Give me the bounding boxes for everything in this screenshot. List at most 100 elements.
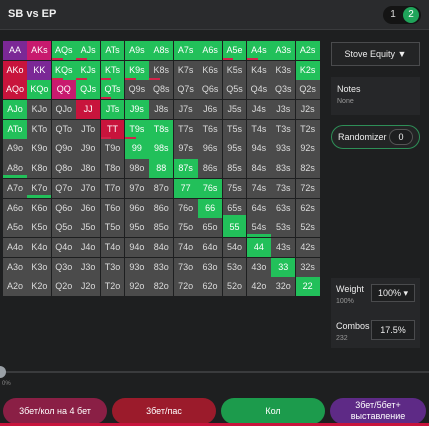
hand-cell[interactable]: J2s <box>295 100 320 120</box>
hand-cell[interactable]: AJs <box>76 41 101 61</box>
hand-cell[interactable]: Q5s <box>222 80 247 100</box>
hand-cell[interactable]: J9s <box>124 100 149 120</box>
hand-cell[interactable]: 93o <box>124 257 149 277</box>
hand-cell[interactable]: 95o <box>124 218 149 238</box>
hand-cell[interactable]: QJo <box>51 100 76 120</box>
hand-cell[interactable]: K2s <box>295 60 320 80</box>
hand-cell[interactable]: T6o <box>100 198 125 218</box>
hand-cell[interactable]: T3s <box>271 119 296 139</box>
hand-cell[interactable]: K8s <box>149 60 174 80</box>
hand-cell[interactable]: J8o <box>76 159 101 179</box>
hand-cell[interactable]: ATs <box>100 41 125 61</box>
hand-cell[interactable]: A2o <box>3 277 27 297</box>
hand-cell[interactable]: J9o <box>76 139 101 159</box>
page-1-button[interactable]: 1 <box>385 7 401 23</box>
hand-cell[interactable]: A9s <box>124 41 149 61</box>
hand-cell[interactable]: K4s <box>246 60 271 80</box>
hand-cell[interactable]: Q8o <box>51 159 76 179</box>
hand-cell[interactable]: KTs <box>100 60 125 80</box>
hand-cell[interactable]: JJ <box>76 100 101 120</box>
hand-cell[interactable]: 94o <box>124 237 149 257</box>
hand-cell[interactable]: AKo <box>3 60 27 80</box>
hand-cell[interactable]: 87s <box>173 159 198 179</box>
hand-cell[interactable]: A6s <box>198 41 223 61</box>
hand-cell[interactable]: Q2s <box>295 80 320 100</box>
hand-cell[interactable]: 42o <box>246 277 271 297</box>
hand-cell[interactable]: 87o <box>149 178 174 198</box>
hand-cell[interactable]: A2s <box>295 41 320 61</box>
hand-cell[interactable]: A7o <box>3 178 27 198</box>
hand-cell[interactable]: 52s <box>295 218 320 238</box>
hand-cell[interactable]: T7s <box>173 119 198 139</box>
hand-cell[interactable]: 52o <box>222 277 247 297</box>
hand-cell[interactable]: 72o <box>173 277 198 297</box>
hand-cell[interactable]: 42s <box>295 237 320 257</box>
hand-cell[interactable]: 43o <box>246 257 271 277</box>
hand-cell[interactable]: 86s <box>198 159 223 179</box>
hand-cell[interactable]: J7o <box>76 178 101 198</box>
hand-cell[interactable]: 96s <box>198 139 223 159</box>
hand-cell[interactable]: 83s <box>271 159 296 179</box>
page-2-button[interactable]: 2 <box>403 7 419 23</box>
equity-dropdown[interactable]: Stove Equity ▼ <box>331 42 420 66</box>
hand-cell[interactable]: J4s <box>246 100 271 120</box>
hand-cell[interactable]: ATo <box>3 119 27 139</box>
hand-cell[interactable]: A8s <box>149 41 174 61</box>
hand-cell[interactable]: K9o <box>27 139 52 159</box>
hand-cell[interactable]: 95s <box>222 139 247 159</box>
hand-cell[interactable]: 76o <box>173 198 198 218</box>
hand-cell[interactable]: A5o <box>3 218 27 238</box>
hand-cell[interactable]: 97o <box>124 178 149 198</box>
hand-cell[interactable]: 82s <box>295 159 320 179</box>
hand-cell[interactable]: Q9o <box>51 139 76 159</box>
hand-cell[interactable]: 75o <box>173 218 198 238</box>
hand-cell[interactable]: 86o <box>149 198 174 218</box>
hand-cell[interactable]: 32s <box>295 257 320 277</box>
hand-cell[interactable]: T3o <box>100 257 125 277</box>
hand-cell[interactable]: J5s <box>222 100 247 120</box>
hand-cell[interactable]: 74s <box>246 178 271 198</box>
hand-cell[interactable]: 33 <box>271 257 296 277</box>
hand-cell[interactable]: K7o <box>27 178 52 198</box>
hand-cell[interactable]: T8s <box>149 119 174 139</box>
hand-cell[interactable]: 63o <box>198 257 223 277</box>
hand-cell[interactable]: JTo <box>76 119 101 139</box>
hand-cell[interactable]: Q7s <box>173 80 198 100</box>
hand-cell[interactable]: A9o <box>3 139 27 159</box>
hand-cell[interactable]: KK <box>27 60 52 80</box>
hand-cell[interactable]: K2o <box>27 277 52 297</box>
hand-cell[interactable]: 92s <box>295 139 320 159</box>
hand-cell[interactable]: A5e <box>222 41 247 61</box>
hand-cell[interactable]: Q2o <box>51 277 76 297</box>
randomizer-control[interactable]: Randomizer 0 <box>331 125 420 149</box>
hand-cell[interactable]: K3s <box>271 60 296 80</box>
hand-cell[interactable]: A8o <box>3 159 27 179</box>
hand-cell[interactable]: AKs <box>27 41 52 61</box>
hand-cell[interactable]: 65o <box>198 218 223 238</box>
hand-cell[interactable]: KJs <box>76 60 101 80</box>
hand-cell[interactable]: 82o <box>149 277 174 297</box>
hand-cell[interactable]: 84o <box>149 237 174 257</box>
hand-cell[interactable]: 76s <box>198 178 223 198</box>
hand-cell[interactable]: 62s <box>295 198 320 218</box>
weight-dropdown[interactable]: 100% ▾ <box>371 284 415 302</box>
hand-cell[interactable]: J3s <box>271 100 296 120</box>
hand-cell[interactable]: 83o <box>149 257 174 277</box>
hand-cell[interactable]: 53o <box>222 257 247 277</box>
hand-cell[interactable]: K5o <box>27 218 52 238</box>
hand-cell[interactable]: Q3o <box>51 257 76 277</box>
hand-cell[interactable]: 65s <box>222 198 247 218</box>
hand-cell[interactable]: Q9s <box>124 80 149 100</box>
hand-cell[interactable]: A4s <box>246 41 271 61</box>
notes-panel[interactable]: Notes None <box>331 77 420 115</box>
hand-cell[interactable]: T9o <box>100 139 125 159</box>
hand-cell[interactable]: K6o <box>27 198 52 218</box>
range-slider-track[interactable] <box>0 371 429 373</box>
hand-cell[interactable]: 74o <box>173 237 198 257</box>
hand-cell[interactable]: 64s <box>246 198 271 218</box>
hand-cell[interactable]: 98o <box>124 159 149 179</box>
hand-cell[interactable]: 75s <box>222 178 247 198</box>
hand-cell[interactable]: K3o <box>27 257 52 277</box>
hand-cell[interactable]: 55 <box>222 218 247 238</box>
hand-cell[interactable]: J6s <box>198 100 223 120</box>
